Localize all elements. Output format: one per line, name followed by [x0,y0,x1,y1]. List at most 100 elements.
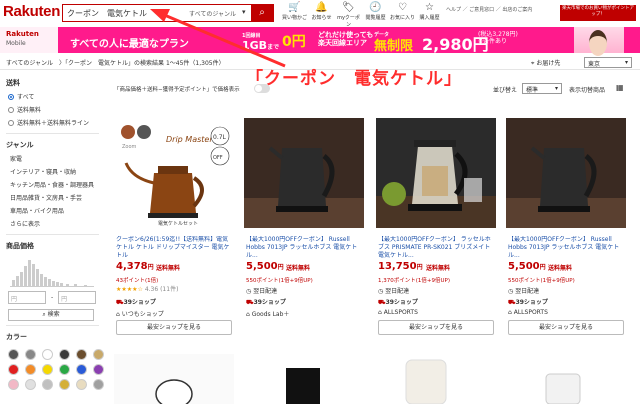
product-image[interactable] [376,118,496,228]
shop39-badge: ⛟39ショップ [508,297,548,307]
price-display-toggle[interactable] [254,84,270,93]
shipping-option-free-line[interactable]: 送料無料＋送料無料ライン [0,116,105,129]
genre-item[interactable]: 日用品雑貨・文房具・手芸 [0,191,105,204]
genre-heading: ジャンル [6,141,34,149]
histogram-bar [44,277,47,286]
shipping-heading: 送料 [6,79,20,87]
kettle-lid [414,140,456,147]
header-icon-history[interactable]: 🕘 閲覧履歴 [362,2,389,28]
shop39-label: 39ショップ [515,299,548,306]
cheapest-shop-button[interactable]: 最安ショップを見る [378,320,494,335]
color-swatch[interactable] [76,364,87,375]
banner-network: どれだけ使っても 楽天回線エリア [318,31,373,47]
capacity-text: 0.7L [213,134,227,141]
kettle-image [376,140,496,228]
banner-data-text: 無制限 [374,39,414,54]
rakuten-logo[interactable]: Rakuten [3,3,60,20]
cheapest-shop-button[interactable]: 最安ショップを見る [116,320,232,335]
price-value: 5,500 [508,261,540,272]
kettle-image [545,373,581,405]
genre-item[interactable]: キッチン用品・食器・調理器具 [0,178,105,191]
kettle-base [538,206,590,212]
shipping-option-free[interactable]: 送料無料 [0,103,105,116]
product-title[interactable]: 【最大1000円OFFクーポン】 ラッセルホブス PRISMATE PR-SK0… [378,236,496,261]
cheapest-shop-button[interactable]: 最安ショップを見る [508,320,624,335]
color-swatch[interactable] [25,364,36,375]
kettle-body [278,148,326,206]
product-title[interactable]: クーポン6/26(1:59迄!!【送料無料】電気ケトル ケトル ドリップマイスタ… [116,236,234,261]
color-swatch[interactable] [25,379,36,390]
sort-select[interactable]: 標準 ▾ [522,83,562,94]
color-swatch[interactable] [42,364,53,375]
view-switch[interactable]: 商品 [593,85,605,94]
color-swatch[interactable] [93,379,104,390]
shop-name[interactable]: ⌂ ALLSPORTS [508,309,548,316]
histogram-bar [32,264,35,286]
color-swatch[interactable] [93,364,104,375]
color-swatch[interactable] [76,379,87,390]
color-swatch[interactable] [76,349,87,360]
genre-item[interactable]: 車用品・バイク用品 [0,204,105,217]
color-swatch[interactable] [42,379,53,390]
header-icon-cart[interactable]: 🛒 買い物かご [281,2,308,28]
product-title[interactable]: 【最大1000円OFFクーポン】 Russell Hobbs 7013JP ラッ… [508,236,626,261]
header-icon-notice[interactable]: 🔔 お知らせ [308,2,335,28]
grid-icon[interactable]: ▦ [616,83,624,92]
shop-name[interactable]: ⌂ いつもショップ [116,309,164,318]
product-image[interactable] [244,118,364,228]
shop-name[interactable]: ⌂ Goods Lab＋ [246,309,289,318]
color-swatch[interactable] [93,349,104,360]
price-min-input[interactable]: 円 [8,291,46,304]
delivery-select[interactable]: 東京 ▾ [584,57,632,68]
chevron-down-icon[interactable]: ▾ [242,8,246,16]
search-bar[interactable]: クーポン 電気ケトル すべてのジャンル ▾ ⌕ [62,4,274,22]
histogram-bar [36,269,39,286]
rating[interactable]: ★★★★☆ 4.36 (11件) [116,284,178,293]
genre-item[interactable]: インテリア・寝具・収納 [0,165,105,178]
product-image[interactable]: Zoom Drip Master 0.7L OFF 電気ケトルセット [114,118,234,228]
histogram-bar [56,282,59,286]
product-card-partial[interactable] [114,354,234,406]
mobile-promo-banner[interactable]: Rakuten Mobile すべての人に最適なプラン 1回線目 1GBまで 0円… [0,27,640,56]
color-swatch[interactable] [8,364,19,375]
kettle-handle [321,154,335,198]
shipping-option-all[interactable]: すべて [0,90,105,103]
color-swatch[interactable] [59,349,70,360]
banner-price-sub1: (税込3,278円) [478,31,518,38]
product-card-partial[interactable] [376,354,496,405]
price-max-input[interactable]: 円 [58,291,97,304]
search-input[interactable]: クーポン 電気ケトル [67,8,147,19]
site-header: Rakuten クーポン 電気ケトル すべてのジャンル ▾ ⌕ 🛒 買い物かご 🔔… [0,0,640,28]
help-links[interactable]: ヘルプ ／ ご意見窓口 ／ 出店のご案内 [446,6,532,13]
product-card-partial[interactable] [506,354,626,405]
color-swatch[interactable] [59,364,70,375]
kettle-spout [124,162,155,185]
search-button[interactable]: ⌕ [251,5,273,21]
free-shipping-label: 送料無料 [548,265,573,272]
header-icon-favorite[interactable]: ♡ お気に入り [389,2,416,28]
kettle-tea [422,166,448,196]
product-title[interactable]: 【最大1000円OFFクーポン】 Russell Hobbs 7013JP ラッ… [246,236,364,261]
genre-select[interactable]: すべてのジャンル [189,9,236,18]
location-pin-icon: ⌖ [531,60,535,67]
banner-network-line2: 楽天回線エリア [318,39,367,47]
color-swatch[interactable] [59,379,70,390]
price-search-button[interactable]: ⌕ 検索 [8,309,94,321]
spu-banner[interactable]: 楽天市場でのお買い物がポイントアップ！ [560,5,636,21]
delivery-text: 翌日配達 [253,288,278,295]
shop-name[interactable]: ⌂ ALLSPORTS [378,309,418,316]
header-icon-purchase[interactable]: ☆ 購入履歴 [416,2,443,28]
product-image[interactable] [506,118,626,228]
product-card-partial[interactable] [244,354,364,404]
color-swatch[interactable] [8,349,19,360]
shop39-badge: ⛟39ショップ [116,297,156,307]
header-icon-coupon[interactable]: 🏷 myクーポン [335,2,362,28]
price-yen: 円 [416,264,423,271]
breadcrumb[interactable]: すべてのジャンル 〉「クーポン 電気ケトル」の検索結果 1〜45件（1,305件… [6,58,225,67]
price-range: 円 - 円 [8,291,105,304]
genre-item[interactable]: 家電 [0,152,105,165]
color-swatch[interactable] [8,379,19,390]
color-swatch[interactable] [42,349,53,360]
genre-more-link[interactable]: さらに表示 [0,217,105,230]
color-swatch[interactable] [25,349,36,360]
